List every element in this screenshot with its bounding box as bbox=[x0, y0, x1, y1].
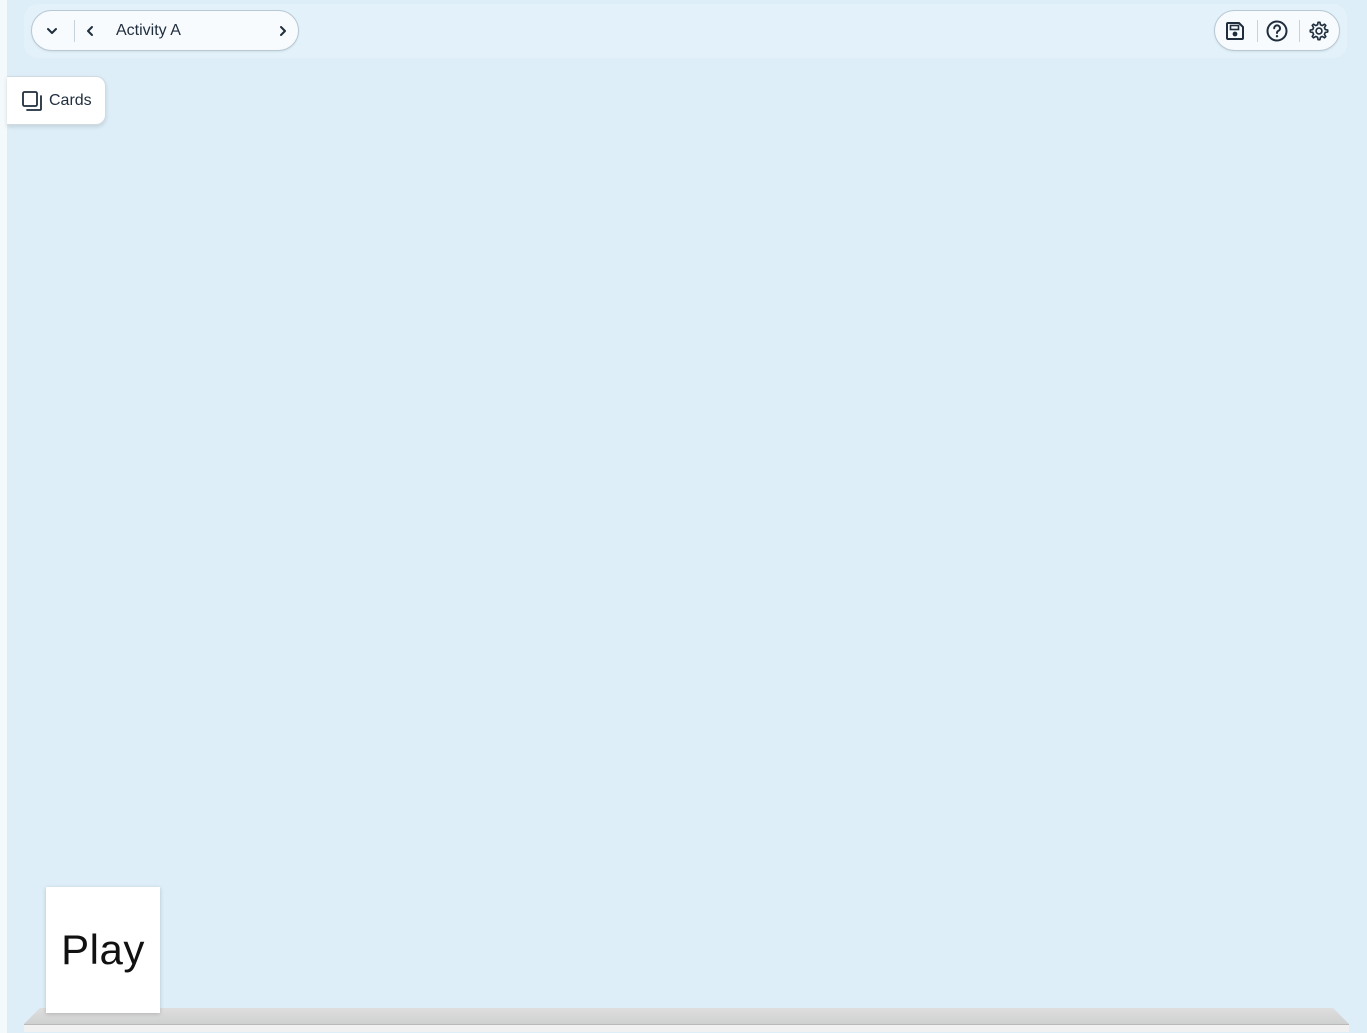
tools-divider-1 bbox=[1257, 20, 1258, 42]
help-icon bbox=[1266, 20, 1288, 42]
help-button[interactable] bbox=[1264, 18, 1290, 44]
card-shelf bbox=[24, 1008, 1349, 1024]
play-card[interactable]: Play bbox=[46, 887, 160, 1013]
gear-icon bbox=[1309, 21, 1329, 41]
previous-activity-button[interactable] bbox=[78, 19, 102, 43]
play-card-text: Play bbox=[61, 926, 145, 973]
save-icon bbox=[1226, 22, 1244, 40]
left-edge bbox=[0, 0, 7, 1033]
cards-label: Cards bbox=[49, 91, 92, 109]
cards-icon bbox=[22, 90, 42, 111]
nav-divider bbox=[74, 20, 75, 42]
chevron-right-icon bbox=[280, 26, 286, 36]
save-button[interactable] bbox=[1222, 18, 1248, 44]
tools-divider-2 bbox=[1299, 20, 1300, 42]
activity-navigator: Activity A bbox=[31, 10, 299, 51]
settings-button[interactable] bbox=[1306, 18, 1332, 44]
card-shelf-edge bbox=[24, 1024, 1349, 1032]
chevron-left-icon bbox=[87, 26, 93, 36]
chevron-down-icon bbox=[47, 28, 57, 34]
cards-tab[interactable]: Cards bbox=[7, 76, 106, 125]
tools-group bbox=[1214, 10, 1340, 51]
activity-menu-button[interactable] bbox=[40, 19, 64, 43]
activity-title: Activity A bbox=[116, 22, 181, 39]
next-activity-button[interactable] bbox=[271, 19, 295, 43]
